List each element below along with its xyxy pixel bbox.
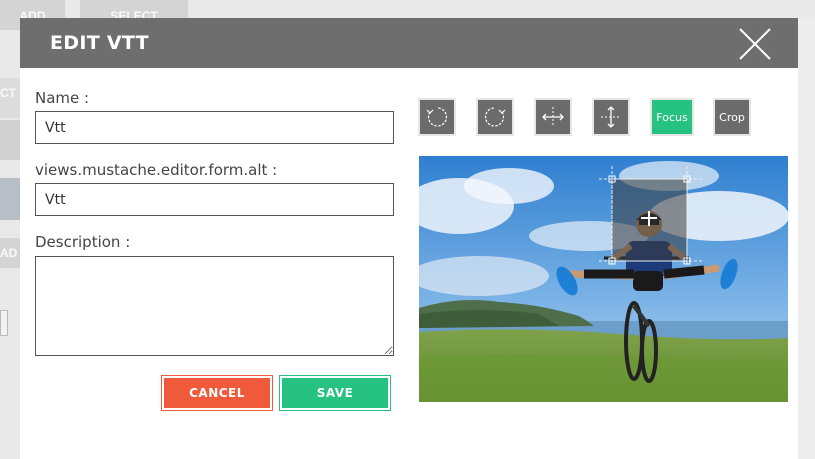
background-input — [0, 310, 8, 336]
rotate-left-icon — [426, 107, 448, 127]
name-input[interactable] — [35, 111, 394, 144]
close-icon — [739, 28, 771, 60]
cancel-button[interactable]: CANCEL — [161, 375, 273, 411]
flip-horizontal-icon — [542, 107, 564, 127]
cyclist-photo — [419, 156, 788, 402]
background-right-panel — [798, 18, 815, 459]
image-preview[interactable] — [419, 156, 788, 402]
background-thumbnail — [0, 120, 20, 160]
flip-vertical-button[interactable] — [592, 98, 630, 136]
rotate-right-button[interactable] — [476, 98, 514, 136]
background-item: AD — [0, 238, 20, 268]
modal-header: EDIT VTT — [20, 18, 798, 68]
alt-input[interactable] — [35, 183, 394, 216]
modal-title: EDIT VTT — [50, 32, 149, 54]
rotate-right-icon — [484, 107, 506, 127]
alt-label: views.mustache.editor.form.alt : — [35, 161, 278, 179]
flip-vertical-icon — [601, 106, 621, 128]
background-thumbnail — [0, 178, 20, 220]
edit-modal: EDIT VTT Name : views.mustache.editor.fo… — [20, 18, 798, 459]
name-label: Name : — [35, 89, 90, 107]
close-button[interactable] — [738, 27, 772, 61]
crop-button[interactable]: Crop — [713, 98, 751, 136]
flip-horizontal-button[interactable] — [534, 98, 572, 136]
save-button[interactable]: SAVE — [279, 375, 391, 411]
background-item: CT — [0, 78, 20, 118]
focus-button[interactable]: Focus — [650, 98, 694, 136]
rotate-left-button[interactable] — [418, 98, 456, 136]
description-textarea[interactable] — [35, 256, 394, 356]
description-label: Description : — [35, 233, 131, 251]
